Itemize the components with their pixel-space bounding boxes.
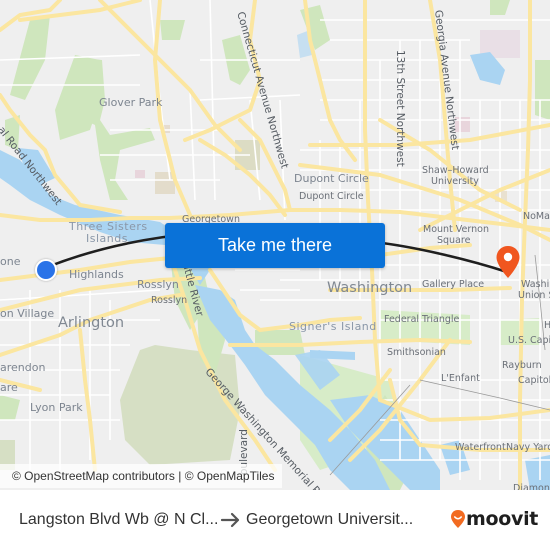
origin-stop-name: Langston Blvd Wb @ N Cl...: [19, 511, 219, 528]
label-dupont-circle: Dupont Circle: [294, 172, 369, 185]
label-union-station: Washin: [521, 279, 550, 290]
destination-pin-icon[interactable]: [495, 245, 521, 279]
label-court-house-village: on Village: [0, 307, 55, 320]
label-three-sisters: Three Sisters: [69, 220, 148, 233]
label-glover-park: Glover Park: [99, 96, 163, 109]
take-me-there-button[interactable]: Take me there: [165, 223, 385, 268]
label-mount-vernon-2: Square: [437, 235, 471, 246]
route-footer: Langston Blvd Wb @ N Cl... Georgetown Un…: [0, 490, 550, 550]
label-rosslyn-area: Rosslyn: [137, 278, 179, 291]
right-arrow-icon: [220, 512, 240, 528]
label-rayburn: Rayburn: [502, 360, 542, 371]
label-three-sisters-2: Islands: [86, 232, 128, 245]
label-waterfront: Waterfront: [455, 442, 506, 453]
label-us-capitol: U.S. Capito: [508, 335, 550, 346]
label-navy-yard: Navy Yard-: [506, 442, 550, 453]
origin-marker[interactable]: [35, 259, 57, 281]
label-washington: Washington: [327, 280, 413, 296]
moovit-wordmark: moovit: [466, 508, 539, 530]
label-one: one: [0, 255, 21, 268]
label-gallery-place: Gallery Place: [422, 279, 485, 290]
moovit-pin-icon: [451, 510, 465, 528]
destination-name: Georgetown Universit...: [246, 511, 414, 528]
label-smithsonian: Smithsonian: [387, 347, 446, 358]
map[interactable]: Glover Park Dupont Circle Dupont Circle …: [0, 0, 550, 490]
moovit-logo[interactable]: moovit: [450, 508, 538, 530]
label-lenfant: L'Enfant: [441, 373, 480, 384]
map-attribution[interactable]: © OpenStreetMap contributors | © OpenMap…: [0, 464, 283, 488]
label-rosslyn-station: Rosslyn: [151, 295, 188, 306]
label-capitol-south: Capitol S: [518, 375, 550, 386]
label-union-station-2: Union S: [518, 290, 550, 301]
label-mount-vernon: Mount Vernon: [423, 224, 489, 235]
label-clarendon: arendon: [0, 361, 46, 374]
label-noma: NoMa-: [523, 211, 550, 222]
label-signers-island: Signer's Island: [289, 320, 377, 333]
label-arlington: Arlington: [58, 315, 125, 331]
label-lyon-park: Lyon Park: [30, 401, 83, 414]
label-shaw-howard-2: University: [431, 176, 479, 187]
label-shaw-howard: Shaw–Howard: [422, 165, 489, 176]
label-federal-triangle: Federal Triangle: [384, 314, 460, 325]
road-label-13th-street: 13th Street Northwest: [394, 50, 406, 167]
label-h-fragment: H: [544, 320, 550, 331]
label-dupont-circle-station: Dupont Circle: [299, 191, 364, 202]
label-square-fragment: are: [0, 381, 18, 394]
label-highlands: Highlands: [69, 268, 124, 281]
